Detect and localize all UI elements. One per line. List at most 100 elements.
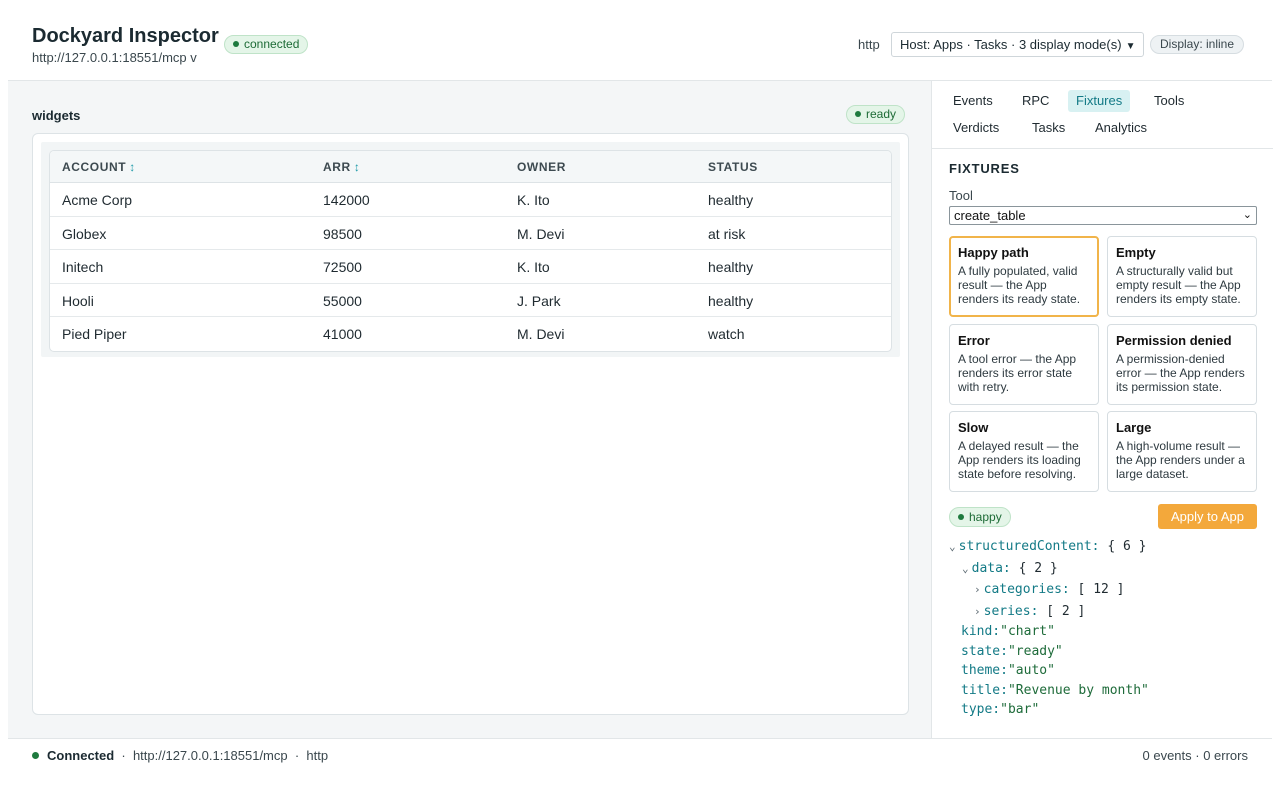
table-row: Acme Corp 142000 K. Ito healthy — [50, 183, 891, 217]
section-title: FIXTURES — [949, 161, 1020, 176]
json-node-data[interactable]: ⌄ data: { 2 } — [962, 561, 1058, 576]
json-node-structured-content[interactable]: ⌄ structuredContent: { 6 } — [949, 539, 1146, 554]
status-connection: Connected — [47, 748, 115, 763]
fixture-card-desc: A tool error — the App renders its error… — [958, 352, 1077, 394]
fixture-card-happy-path[interactable]: Happy path A fully populated, valid resu… — [949, 236, 1099, 317]
accounts-table: ACCOUNT ↕ ARR ↕ OWNER STATUS Acme Corp 142… — [49, 150, 892, 352]
fixture-card-title: Permission denied — [1116, 333, 1232, 348]
status-counts: 0 events · 0 errors — [1142, 748, 1249, 763]
json-node-categories[interactable]: › categories: [ 12 ] — [974, 582, 1125, 597]
tab-analytics[interactable]: Analytics — [1087, 117, 1155, 139]
cell-arr: 55000 — [323, 292, 362, 309]
chevron-down-icon: ⌄ — [949, 540, 956, 553]
cell-account: Globex — [62, 225, 107, 242]
tool-select-value: create_table — [954, 208, 1026, 223]
app-preview-panel: widgets ready ACCOUNT ↕ ARR ↕ OWNER STATUS… — [8, 81, 931, 738]
fixture-card-title: Happy path — [958, 245, 1029, 260]
tab-rpc[interactable]: RPC — [1014, 90, 1057, 112]
inspector-sidebar: Events RPC Fixtures Tools Verdicts Tasks… — [931, 81, 1273, 738]
cell-owner: K. Ito — [517, 192, 550, 208]
cell-arr: 41000 — [323, 326, 362, 342]
display-mode-badge[interactable]: Display: inline — [1150, 35, 1245, 54]
cell-status: healthy — [708, 192, 754, 208]
app-state-text: ready — [866, 107, 897, 121]
json-leaf-kind: kind:"chart" — [961, 624, 1055, 639]
tab-tools[interactable]: Tools — [1146, 90, 1192, 112]
status-dot-icon — [233, 40, 239, 47]
column-header-status: STATUS — [708, 160, 758, 174]
tab-tasks[interactable]: Tasks — [1024, 117, 1073, 139]
tool-select[interactable]: create_table ⌄ — [949, 206, 1257, 225]
app-frame: ACCOUNT ↕ ARR ↕ OWNER STATUS Acme Corp 142… — [32, 133, 909, 715]
table-row: Hooli 55000 J. Park healthy — [50, 284, 891, 317]
widgets-label: widgets — [32, 108, 81, 123]
selected-fixture-badge: happy — [949, 507, 1011, 527]
column-header-account[interactable]: ACCOUNT ↕ — [62, 160, 136, 174]
status-transport: http — [306, 748, 329, 763]
fixture-card-desc: A permission-denied error — the App rend… — [1116, 352, 1245, 394]
tab-fixtures[interactable]: Fixtures — [1068, 90, 1131, 112]
cell-status: watch — [708, 326, 745, 342]
cell-arr: 98500 — [323, 225, 362, 242]
cell-account: Pied Piper — [62, 326, 127, 342]
sort-icon: ↕ — [353, 160, 361, 174]
fixture-card-desc: A structurally valid but empty result — … — [1116, 264, 1241, 306]
json-leaf-type: type:"bar" — [961, 702, 1040, 717]
app-state-badge: ready — [846, 105, 906, 124]
host-select-value: Host: Apps · Tasks · 3 display mode(s) — [900, 37, 1122, 52]
fixture-card-slow[interactable]: Slow A delayed result — the App renders … — [949, 411, 1099, 492]
fixture-card-title: Error — [958, 333, 990, 348]
fixture-card-permission-denied[interactable]: Permission denied A permission-denied er… — [1107, 324, 1257, 405]
json-leaf-title: title:"Revenue by month" — [961, 683, 1149, 698]
cell-owner: M. Devi — [517, 326, 565, 342]
status-dot-icon — [855, 110, 861, 117]
caret-down-icon: ▼ — [1125, 41, 1136, 52]
connection-status-badge: connected — [224, 35, 309, 54]
cell-status: at risk — [708, 225, 746, 242]
fixture-card-title: Empty — [1116, 245, 1156, 260]
sort-icon: ↕ — [129, 160, 136, 174]
fixture-card-title: Large — [1116, 420, 1152, 435]
cell-arr: 72500 — [323, 259, 362, 275]
column-header-owner: OWNER — [517, 160, 566, 174]
inspector-tabs: Events RPC Fixtures Tools Verdicts Tasks… — [932, 81, 1273, 149]
connection-status-text: connected — [244, 37, 300, 51]
fixture-card-error[interactable]: Error A tool error — the App renders its… — [949, 324, 1099, 405]
apply-to-app-button[interactable]: Apply to App — [1158, 504, 1257, 529]
chevron-down-icon: ⌄ — [1242, 209, 1252, 221]
cell-status: healthy — [708, 259, 754, 275]
fixture-card-large[interactable]: Large A high-volume result — the App ren… — [1107, 411, 1257, 492]
cell-owner: M. Devi — [517, 225, 565, 242]
fixture-card-empty[interactable]: Empty A structurally valid but empty res… — [1107, 236, 1257, 317]
table-row: Initech 72500 K. Ito healthy — [50, 250, 891, 284]
host-select[interactable]: Host: Apps · Tasks · 3 display mode(s) ▼ — [891, 32, 1145, 57]
table-row: Pied Piper 41000 M. Devi watch — [50, 317, 891, 351]
cell-account: Hooli — [62, 292, 94, 309]
status-dot-icon — [32, 752, 39, 760]
json-leaf-theme: theme:"auto" — [961, 663, 1055, 678]
tab-verdicts[interactable]: Verdicts — [945, 117, 1007, 139]
table-header: ACCOUNT ↕ ARR ↕ OWNER STATUS — [50, 151, 891, 183]
json-leaf-state: state:"ready" — [961, 644, 1063, 659]
chevron-right-icon: › — [974, 605, 981, 618]
status-url: http://127.0.0.1:18551/mcp — [132, 748, 288, 763]
cell-account: Acme Corp — [62, 192, 133, 208]
status-dot-icon — [958, 513, 964, 520]
cell-status: healthy — [708, 292, 754, 309]
server-url-selector[interactable]: http://127.0.0.1:18551/mcp v — [32, 50, 197, 65]
cell-arr: 142000 — [323, 192, 370, 208]
app-header: Dockyard Inspector http://127.0.0.1:1855… — [8, 0, 1272, 81]
cell-account: Initech — [62, 259, 104, 275]
tab-events[interactable]: Events — [945, 90, 1001, 112]
status-bar: Connected · http://127.0.0.1:18551/mcp ·… — [8, 738, 1272, 770]
fixture-card-desc: A fully populated, valid result — the Ap… — [958, 264, 1081, 306]
cell-owner: J. Park — [517, 292, 561, 309]
chevron-down-icon: ⌄ — [962, 562, 969, 575]
cell-owner: K. Ito — [517, 259, 550, 275]
column-header-arr[interactable]: ARR ↕ — [323, 160, 360, 174]
table-container: ACCOUNT ↕ ARR ↕ OWNER STATUS Acme Corp 142… — [41, 142, 900, 357]
fixture-card-desc: A delayed result — the App renders its l… — [958, 439, 1081, 481]
tool-label: Tool — [949, 188, 973, 203]
app-title: Dockyard Inspector — [32, 25, 219, 47]
json-node-series[interactable]: › series: [ 2 ] — [974, 604, 1085, 619]
